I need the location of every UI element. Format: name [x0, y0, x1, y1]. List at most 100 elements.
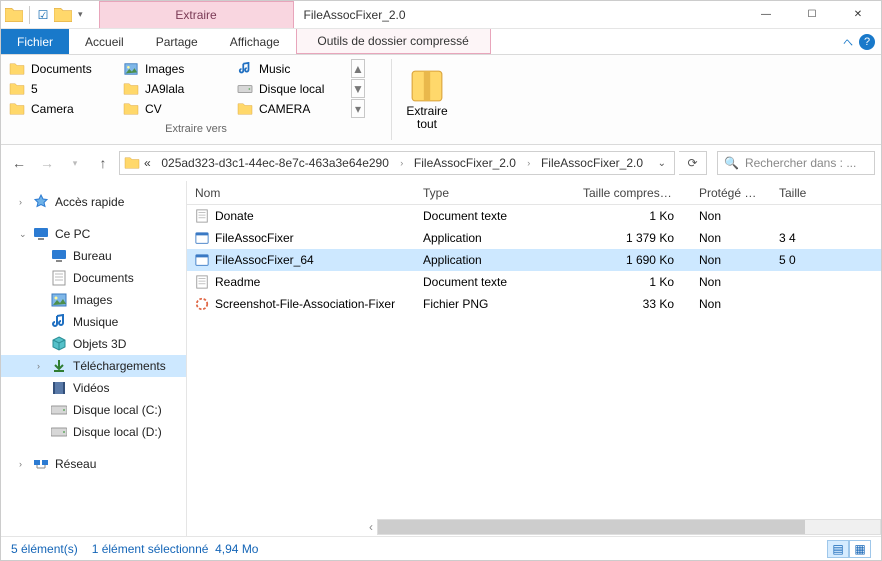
extract-target[interactable]: Music [235, 59, 349, 79]
drive-icon [237, 82, 253, 96]
window-title: FileAssocFixer_2.0 [294, 1, 743, 28]
nav-forward-button[interactable]: → [35, 151, 59, 175]
status-selection: 1 élément sélectionné 4,94 Mo [92, 542, 259, 556]
extract-target[interactable]: Images [121, 59, 235, 79]
column-name: Nom [187, 186, 415, 200]
extract-target[interactable]: Documents [7, 59, 121, 79]
ribbon-collapse-button[interactable]: へ [843, 34, 853, 49]
tree-this-pc[interactable]: ⌄ Ce PC [1, 223, 186, 245]
folder-icon [9, 102, 25, 116]
table-row[interactable]: FileAssocFixerApplication1 379 KoNon3 4 [187, 227, 881, 249]
tree-item[interactable]: Vidéos [1, 377, 186, 399]
folder-icon [9, 62, 25, 76]
help-button[interactable]: ? [859, 34, 875, 50]
refresh-button[interactable]: ⟳ [679, 151, 707, 175]
text-icon [51, 270, 67, 286]
extract-target[interactable]: CAMERA [235, 99, 349, 119]
extract-target[interactable]: 5 [7, 79, 121, 99]
breadcrumb-item[interactable]: 025ad323-d3c1-44ec-8e7c-463a3e64e290 › [151, 156, 404, 170]
search-icon: 🔍 [724, 156, 739, 170]
folder-icon [124, 156, 140, 170]
search-input[interactable]: 🔍 Rechercher dans : ... [717, 151, 875, 175]
tree-item[interactable]: Disque local (D:) [1, 421, 186, 443]
horizontal-scrollbar[interactable]: ‹ [187, 518, 881, 536]
star-icon [33, 194, 49, 210]
folder-icon[interactable] [5, 6, 23, 24]
png-icon [195, 297, 209, 311]
tab-share[interactable]: Partage [140, 29, 214, 54]
table-row[interactable]: FileAssocFixer_64Application1 690 KoNon5… [187, 249, 881, 271]
extract-target[interactable]: Disque local [235, 79, 349, 99]
address-bar[interactable]: « 025ad323-d3c1-44ec-8e7c-463a3e64e290 ›… [119, 151, 675, 175]
tree-item[interactable]: Musique [1, 311, 186, 333]
extract-target[interactable]: Camera [7, 99, 121, 119]
tree-item[interactable]: Disque local (C:) [1, 399, 186, 421]
minimize-button[interactable]: — [743, 1, 789, 28]
chevron-down-icon[interactable]: ▾ [78, 9, 83, 20]
view-details-button[interactable]: ▤ [827, 540, 849, 558]
column-protected: Protégé pa... [691, 186, 771, 200]
text-icon [195, 209, 209, 223]
app-icon [195, 253, 209, 267]
archive-icon [410, 69, 444, 103]
view-large-button[interactable]: ▦ [849, 540, 871, 558]
tab-view[interactable]: Affichage [214, 29, 296, 54]
tree-item[interactable]: Documents [1, 267, 186, 289]
folder-icon [9, 82, 25, 96]
nav-up-button[interactable]: ↑ [91, 151, 115, 175]
nav-back-button[interactable]: ← [7, 151, 31, 175]
tree-quick-access[interactable]: › Accès rapide [1, 191, 186, 213]
text-icon [195, 275, 209, 289]
tree-network[interactable]: › Réseau [1, 453, 186, 475]
tree-item[interactable]: Images [1, 289, 186, 311]
quick-access-toolbar: ☑ ▾ [1, 1, 99, 28]
column-type: Type [415, 186, 575, 200]
film-icon [51, 380, 67, 396]
tab-file[interactable]: Fichier [1, 29, 69, 54]
music-icon [237, 62, 253, 76]
contextual-tab-header: Extraire [99, 1, 294, 28]
folder-icon[interactable] [54, 6, 72, 24]
tab-compressed-tools[interactable]: Outils de dossier compressé [296, 29, 491, 54]
tree-item[interactable]: Objets 3D [1, 333, 186, 355]
column-headers[interactable]: Nom Type Taille compressée Protégé pa...… [187, 181, 881, 205]
breadcrumb-item[interactable]: FileAssocFixer_2.0 [530, 156, 643, 170]
folder-icon [237, 102, 253, 116]
table-row[interactable]: DonateDocument texte1 KoNon [187, 205, 881, 227]
navigation-bar: ← → ▾ ↑ « 025ad323-d3c1-44ec-8e7c-463a3e… [1, 145, 881, 181]
maximize-button[interactable]: ☐ [789, 1, 835, 28]
ribbon-tabs: Fichier Accueil Partage Affichage Outils… [1, 29, 881, 55]
down-icon [51, 358, 67, 374]
table-row[interactable]: Screenshot-File-Association-FixerFichier… [187, 293, 881, 315]
column-size: Taille [771, 186, 881, 200]
monitor-icon [51, 248, 67, 264]
breadcrumb-item[interactable]: FileAssocFixer_2.0 › [403, 156, 530, 170]
tree-item[interactable]: Bureau [1, 245, 186, 267]
pic-icon [51, 292, 67, 308]
gallery-more-button[interactable]: ▾ [351, 99, 365, 118]
gallery-up-button[interactable]: ▲ [351, 59, 365, 78]
pic-icon [123, 62, 139, 76]
music-icon [51, 314, 67, 330]
extract-target[interactable]: JA9lala [121, 79, 235, 99]
navigation-pane: › Accès rapide ⌄ Ce PC BureauDocumentsIm… [1, 181, 187, 536]
column-compressed-size: Taille compressée [575, 186, 691, 200]
tab-home[interactable]: Accueil [69, 29, 140, 54]
table-row[interactable]: ReadmeDocument texte1 KoNon [187, 271, 881, 293]
extract-targets-grid: DocumentsImagesMusic 5JA9lalaDisque local… [7, 59, 349, 119]
nav-recent-button[interactable]: ▾ [63, 151, 87, 175]
address-dropdown-button[interactable]: ⌄ [654, 158, 670, 169]
close-button[interactable]: ✕ [835, 1, 881, 28]
cube-icon [51, 336, 67, 352]
network-icon [33, 456, 49, 472]
file-list: DonateDocument texte1 KoNonFileAssocFixe… [187, 205, 881, 518]
qat-properties-button[interactable]: ☑ [36, 8, 50, 22]
folder-icon [123, 82, 139, 96]
drive-icon [51, 424, 67, 440]
extract-all-button[interactable]: Extraire tout [392, 55, 462, 144]
gallery-down-button[interactable]: ▼ [351, 79, 365, 98]
tree-item[interactable]: ›Téléchargements [1, 355, 186, 377]
extract-target[interactable]: CV [121, 99, 235, 119]
status-item-count: 5 élément(s) [11, 542, 78, 556]
folder-icon [123, 102, 139, 116]
